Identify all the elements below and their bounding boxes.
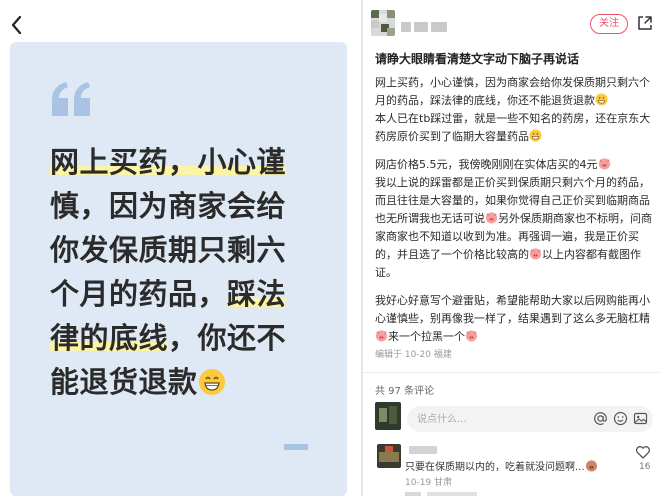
grinning-emoji-icon [529, 129, 542, 142]
username-redacted[interactable] [401, 17, 453, 32]
at-icon[interactable] [593, 411, 608, 426]
comment-input[interactable] [417, 410, 577, 428]
commenter-name-redacted[interactable] [409, 446, 437, 454]
post-body: 请睁大眼睛看清楚文字动下脑子再说话 网上买药，小心谨慎，因为商家会给你发保质期只… [375, 50, 655, 362]
pig-emoji-icon [485, 212, 498, 224]
post-paragraph: 本人已在tb踩过雷，就是一些不知名的药房，还在京东大药房原价买到了临期大容量药品 [375, 112, 651, 143]
pig-emoji-icon [465, 330, 478, 342]
card-text-line: 慎，因为商家会给 [50, 189, 287, 223]
next-comment-preview [405, 490, 525, 496]
card-text-line: 你发保质期只剩六 [50, 233, 287, 267]
post-image-text: 网上买药，小心谨 慎，因为商家会给 你发保质期只剩六 个月的药品，踩法 律的底线… [50, 140, 330, 404]
pig-emoji-icon [598, 158, 610, 170]
share-icon[interactable] [636, 14, 654, 32]
image-panel: 网上买药，小心谨 慎，因为商家会给 你发保质期只剩六 个月的药品，踩法 律的底线… [0, 0, 361, 496]
post-image-card[interactable]: 网上买药，小心谨 慎，因为商家会给 你发保质期只剩六 个月的药品，踩法 律的底线… [10, 42, 347, 496]
highlighted-text: 网上买药，小心谨 [50, 145, 287, 179]
post-header: 关注 [363, 0, 660, 46]
avatar[interactable] [375, 402, 401, 430]
grinning-emoji-icon [595, 93, 608, 106]
section-divider [363, 372, 660, 373]
decorative-dash [284, 444, 308, 450]
comment-text: 只要在保质期以内的，吃着就没问题啊... [405, 458, 598, 473]
comment-input-bar[interactable] [407, 406, 653, 432]
post-title: 请睁大眼睛看清楚文字动下脑子再说话 [375, 52, 580, 66]
pig-emoji-icon [585, 460, 597, 472]
post-detail-panel: 关注 请睁大眼睛看清楚文字动下脑子再说话 网上买药，小心谨慎，因为商家会给你发保… [363, 0, 660, 496]
post-edit-date: 编辑于 10-20 福建 [375, 350, 452, 360]
pig-emoji-icon [375, 330, 388, 342]
card-text-line: 个月的药品， [50, 277, 228, 311]
highlighted-text: 律的底线 [50, 321, 169, 355]
highlighted-text: 踩法 [227, 277, 287, 311]
post-paragraph: 网店价格5.5元，我傍晚刚刚在实体店买的4元 我以上说的踩雷都是正价买到保质期只剩… [375, 158, 652, 279]
image-icon[interactable] [633, 411, 648, 426]
like-count: 16 [639, 462, 651, 472]
avatar[interactable] [377, 444, 401, 468]
card-text-line: 能退货退款 [50, 365, 198, 399]
post-paragraph: 网上买药，小心谨慎，因为商家会给你发保质期只剩六个月的药品，踩法律的底线，你还不… [375, 76, 650, 107]
heart-icon[interactable] [635, 444, 651, 460]
emoji-icon[interactable] [613, 411, 628, 426]
follow-button[interactable]: 关注 [590, 14, 628, 34]
pig-emoji-icon [529, 248, 542, 260]
comment-date: 10-19 甘肃 [405, 478, 453, 488]
post-paragraph: 我好心好意写个避雷贴，希望能帮助大家以后网购能再小心谨慎些，别再像我一样了，结果… [375, 294, 650, 343]
back-arrow-icon[interactable] [6, 12, 28, 38]
avatar[interactable] [371, 10, 395, 36]
comment-count: 共 97 条评论 [375, 386, 435, 397]
grinning-emoji-icon [198, 369, 225, 395]
quote-mark-icon [52, 82, 90, 116]
card-text-line: ，你还不 [168, 321, 287, 355]
